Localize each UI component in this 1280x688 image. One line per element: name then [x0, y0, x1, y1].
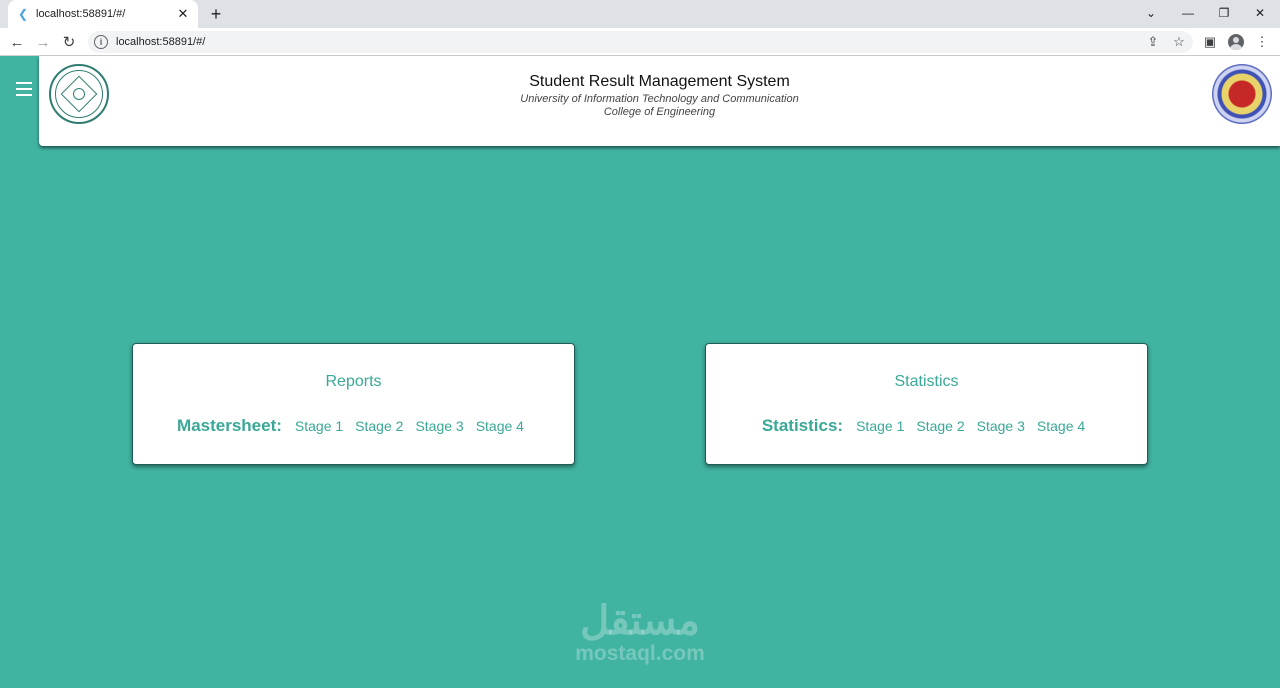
forward-arrow-icon[interactable]: →: [33, 32, 53, 52]
watermark-arabic: مستقل: [580, 599, 700, 643]
address-bar[interactable]: i localhost:58891/#/: [88, 31, 1193, 53]
statistics-stage-2-link[interactable]: Stage 2: [916, 418, 964, 434]
watermark: مستقل mostaql.com: [540, 598, 740, 664]
mastersheet-stage-4-link[interactable]: Stage 4: [476, 418, 524, 434]
hamburger-menu-icon[interactable]: [16, 82, 32, 96]
statistics-stage-3-link[interactable]: Stage 3: [977, 418, 1025, 434]
reload-icon[interactable]: ↻: [59, 32, 79, 52]
statistics-label: Statistics:: [761, 416, 844, 435]
minimize-icon[interactable]: —: [1174, 2, 1202, 24]
mastersheet-stage-3-link[interactable]: Stage 3: [415, 418, 463, 434]
college-logo-right: [1212, 64, 1272, 124]
browser-toolbar: ← → ↻ i localhost:58891/#/ ⇪ ☆ ▣ ⋮: [0, 28, 1280, 56]
back-arrow-icon[interactable]: ←: [7, 32, 27, 52]
tab-search-icon[interactable]: ⌄: [1137, 2, 1165, 24]
bookmark-star-icon[interactable]: ☆: [1169, 32, 1189, 52]
app-header: Student Result Management System Univers…: [39, 56, 1280, 146]
tab-title: localhost:58891/#/: [36, 8, 126, 20]
reports-card: Reports Mastersheet: Stage 1 Stage 2 Sta…: [132, 343, 575, 465]
mastersheet-label: Mastersheet:: [177, 416, 282, 435]
mastersheet-row: Mastersheet: Stage 1 Stage 2 Stage 3 Sta…: [133, 416, 574, 436]
kebab-menu-icon[interactable]: ⋮: [1252, 32, 1272, 52]
close-tab-icon[interactable]: ✕: [176, 6, 190, 21]
url-text: localhost:58891/#/: [116, 36, 206, 48]
university-name: University of Information Technology and…: [520, 93, 799, 105]
browser-tab[interactable]: ❮ localhost:58891/#/ ✕: [8, 0, 198, 28]
statistics-row: Statistics: Stage 1 Stage 2 Stage 3 Stag…: [706, 416, 1147, 436]
browser-tab-bar: ❮ localhost:58891/#/ ✕ + ⌄ — ❐ ✕: [0, 0, 1280, 28]
watermark-latin: mostaql.com: [575, 642, 705, 665]
header-text: Student Result Management System Univers…: [39, 73, 1280, 119]
new-tab-button[interactable]: +: [206, 4, 226, 24]
flutter-favicon-icon: ❮: [17, 7, 29, 21]
profile-avatar-icon[interactable]: [1226, 32, 1246, 52]
side-panel-icon[interactable]: ▣: [1200, 32, 1220, 52]
mastersheet-stage-2-link[interactable]: Stage 2: [355, 418, 403, 434]
college-name: College of Engineering: [603, 106, 716, 118]
reports-title: Reports: [325, 373, 382, 390]
page-title: Student Result Management System: [529, 73, 790, 90]
statistics-title: Statistics: [894, 373, 959, 390]
statistics-stage-1-link[interactable]: Stage 1: [856, 418, 904, 434]
restore-icon[interactable]: ❐: [1210, 2, 1238, 24]
mastersheet-stage-1-link[interactable]: Stage 1: [295, 418, 343, 434]
statistics-stage-4-link[interactable]: Stage 4: [1037, 418, 1085, 434]
site-info-icon[interactable]: i: [94, 35, 108, 49]
statistics-card: Statistics Statistics: Stage 1 Stage 2 S…: [705, 343, 1148, 465]
share-icon[interactable]: ⇪: [1143, 32, 1163, 52]
close-window-icon[interactable]: ✕: [1246, 2, 1274, 24]
